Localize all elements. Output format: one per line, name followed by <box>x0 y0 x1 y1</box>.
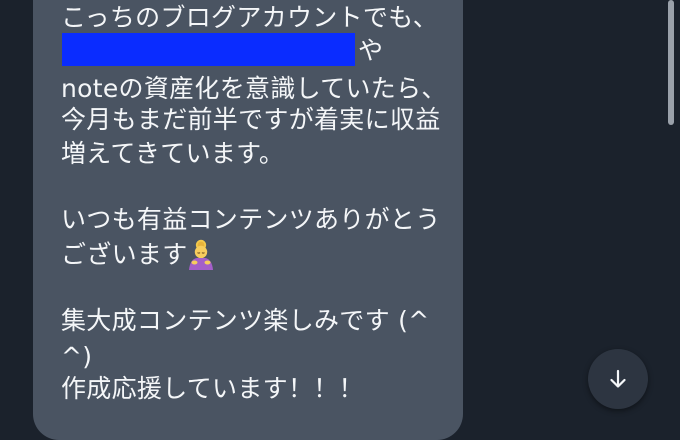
arrow-down-icon <box>610 369 626 388</box>
message-line-7: ございます <box>61 240 188 269</box>
message-line-10: 作成応援しています！！！ <box>61 374 364 403</box>
message-line-6: いつも有益コンテンツありがとう <box>61 205 441 234</box>
message-line-5: 増えてきています。 <box>61 139 285 168</box>
woman-bowing-emoji <box>189 239 213 270</box>
message-line-4: 今月もまだ前半ですが着実に収益 <box>61 105 441 134</box>
scroll-to-bottom-button[interactable] <box>588 349 648 409</box>
message-line-2-suffix: や <box>358 36 384 65</box>
message-line-3: noteの資産化を意識していたら、 <box>61 74 447 103</box>
message-line-1: こっちのブログアカウントでも、 <box>61 3 439 32</box>
message-line-9: ^) <box>61 342 93 371</box>
message-line-8: 集大成コンテンツ楽しみです (^ <box>61 306 430 335</box>
scrollbar-thumb[interactable] <box>668 0 674 125</box>
redacted-text-box <box>62 33 355 66</box>
chat-area: こっちのブログアカウントでも、 や noteの資産化を意識していたら、 今月もま… <box>0 0 680 440</box>
